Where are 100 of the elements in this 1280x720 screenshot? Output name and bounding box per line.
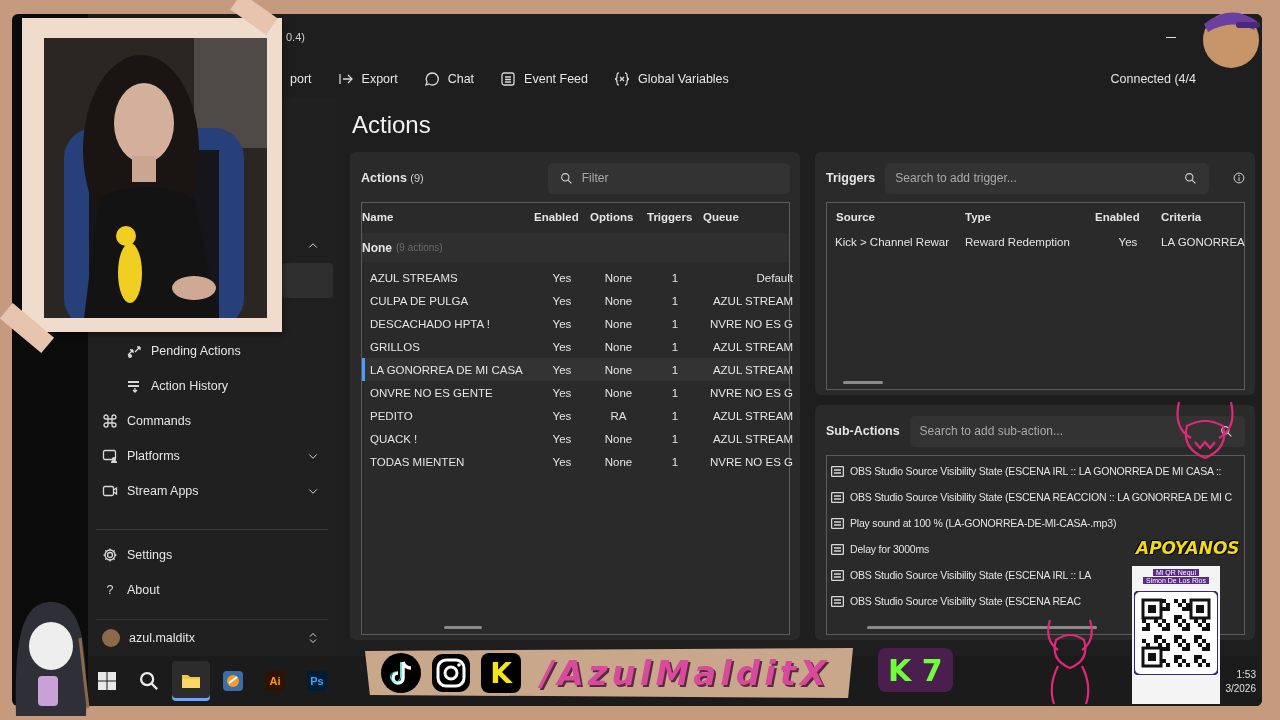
column-header: Triggers [647,210,694,223]
table-cell-text: None [603,363,634,376]
table-cell-text: None [603,455,634,468]
list-icon [831,595,844,607]
app-icon [223,671,243,691]
user-avatar-icon [102,628,120,647]
sidebar-item[interactable]: Platforms [88,438,333,473]
sidebar-item[interactable]: Stream Apps [88,473,333,508]
table-cell-text: Yes [551,317,573,330]
panel-title: Sub-Actions [826,424,900,438]
channel-badge: K 7 [878,648,953,692]
user-menu[interactable]: azul.malditx [88,620,333,655]
minimize-button[interactable] [1166,36,1176,38]
sidebar-item[interactable]: Pending Actions [88,333,333,368]
list-item[interactable]: OBS Studio Source Visibility State (ESCENA IRL :: LA GONORREA DE MI CASA :: [827,458,1222,484]
column-header: Queue [703,210,740,223]
braces-icon [614,71,631,87]
table-cell-text: 1 [670,409,680,422]
table-cell-text: PEDITO [369,409,414,422]
column-header: Source [835,210,876,223]
table-cell: LA GONORREA [1161,235,1245,248]
table-cell-text: CULPA DE PULGA [369,294,470,307]
sidebar-item[interactable]: Settings [88,537,333,572]
table-cell-text: AZUL STREAM [711,409,793,422]
table-cell-text: GRILLOS [369,340,421,353]
table-cell-text: 1 [670,363,680,376]
table-cell-text: 1 [670,386,680,399]
list-item[interactable]: Delay for 3000ms [827,536,930,562]
table-cell-text: Yes [551,409,573,422]
sidebar-item[interactable]: Commands [88,403,333,438]
monitor-icon [102,447,118,464]
table-cell-text: 1 [670,340,680,353]
list-item[interactable]: OBS Studio Source Visibility State (ESCENA REAC [827,588,1081,614]
column-header: Type [965,210,992,223]
search-field[interactable]: Filter [547,162,790,194]
sidebar-item[interactable]: Action History [88,368,333,403]
search-field[interactable]: Search to add sub-action... [909,415,1245,447]
tiktok-icon [381,653,421,693]
search-icon [559,171,573,185]
table-cell-text: Reward Redemption [965,235,1071,248]
table-cell-text: LA GONORREA DE MI CASA [369,363,524,376]
list-icon [831,543,844,555]
command-icon [102,412,118,429]
toolbar-button[interactable]: Chat [423,71,475,87]
column-header: Options [590,210,635,223]
table-cell-text: Yes [1117,235,1139,248]
clock-time: 1:53 [1236,668,1256,680]
table-cell-text: None [603,386,634,399]
table-cell-text: Default [755,271,793,284]
table-cell-text: Yes [551,294,573,307]
table-row[interactable]: Kick > Channel Rewar Reward Redemption Yes LA GONORREA [835,230,1244,253]
connection-status: Connected (4/4 [1110,72,1196,86]
list-item[interactable]: Play sound at 100 % (LA-GONORREA-DE-MI-CASA-.mp3) [827,510,1117,536]
table-cell-text: None [603,317,634,330]
toolbar-button[interactable]: port [290,72,312,86]
table-cell-text: QUACK ! [369,432,419,445]
list-icon [831,491,844,503]
search-icon [1220,424,1233,438]
folder-icon [181,672,201,690]
window-title: 0.4) [286,31,305,43]
table-cell-text: AZUL STREAM [711,294,793,307]
table-cell-text: None [603,340,634,353]
table-cell-text: Yes [551,340,573,353]
table-cell-text: 1 [670,317,680,330]
chat-icon [423,71,440,87]
column-header: Criteria [1161,210,1203,223]
scrollbar-thumb[interactable] [843,381,883,384]
app-logo: Ps [307,671,327,691]
table-cell-text: TODAS MIENTEN [369,455,466,468]
clock-date: 3/2026 [1225,682,1256,694]
settings-icon [102,546,118,563]
taskbar-button[interactable]: Ps [298,661,336,701]
toolbar-button[interactable]: Global Variables [614,71,729,87]
table-cell-text: AZUL STREAM [711,340,793,353]
scrollbar-thumb[interactable] [444,626,482,629]
scrollbar-thumb[interactable] [867,626,1097,629]
table-cell-text: Yes [551,432,573,445]
list-icon [831,517,844,529]
table-cell-text: 1 [670,294,680,307]
sidebar-item[interactable]: ? About [88,572,333,607]
table-cell-text: AZUL STREAMS [369,271,459,284]
table-cell-text: RA [609,409,628,422]
table-cell-text: Kick > Channel Rewar [835,235,951,248]
toolbar-button[interactable]: Event Feed [500,71,589,87]
table-cell-text: 1 [670,271,680,284]
column-header: Enabled [1095,210,1141,223]
taskbar-button[interactable] [172,661,210,701]
support-title: APOYANOS [1136,538,1240,558]
search-field[interactable]: Search to add trigger... [885,162,1209,194]
taskbar-button[interactable]: Ai [256,661,294,701]
table-cell-text: Yes [551,271,573,284]
group-name: None [362,240,392,255]
toolbar-button[interactable]: Export [337,71,398,87]
info-icon [1233,172,1245,184]
search-icon [1184,171,1197,185]
list-item[interactable]: OBS Studio Source Visibility State (ESCENA REACCION :: LA GONORREA DE MI C [827,484,1232,510]
list-icon [831,465,844,477]
instagram-icon [431,653,471,693]
list-item[interactable]: OBS Studio Source Visibility State (ESCENA IRL :: LA [827,562,1092,588]
table-cell-text: Yes [551,386,573,399]
